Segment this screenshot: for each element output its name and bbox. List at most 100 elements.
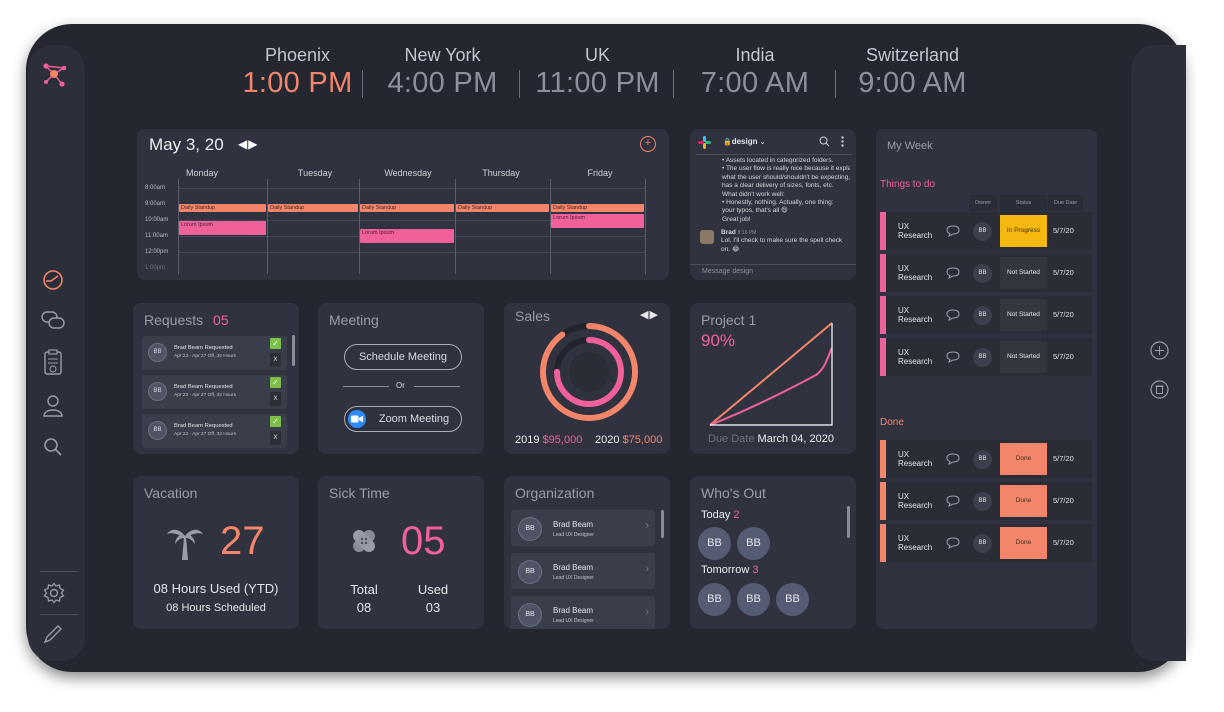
avatar[interactable]: BB bbox=[698, 527, 731, 560]
event-lorum-ipsum[interactable]: Lorum Ipsum bbox=[551, 214, 644, 228]
status-badge[interactable]: Not Started bbox=[1000, 299, 1047, 331]
calendar-date[interactable]: May 3, 20 bbox=[149, 135, 224, 155]
event-daily-standup[interactable]: Daily Standup bbox=[551, 204, 644, 212]
avatar: BB bbox=[148, 382, 167, 401]
task-row[interactable]: UX Research BB Not Started 5/7/20 bbox=[880, 296, 1092, 334]
clock-phoenix: Phoenix 1:00 PM bbox=[240, 45, 355, 100]
request-name: Brad Beam Requested bbox=[174, 423, 233, 429]
clipboard-icon[interactable] bbox=[42, 348, 64, 376]
avatar: BB bbox=[148, 343, 167, 362]
status-badge[interactable]: Done bbox=[1000, 443, 1047, 475]
task-row[interactable]: UX Research BB Not Started 5/7/20 bbox=[880, 254, 1092, 292]
comment-icon[interactable] bbox=[946, 452, 960, 470]
deny-button[interactable]: X bbox=[270, 392, 281, 406]
event-daily-standup[interactable]: Daily Standup bbox=[360, 204, 454, 212]
schedule-meeting-button[interactable]: Schedule Meeting bbox=[344, 344, 462, 370]
deny-button[interactable]: X bbox=[270, 353, 281, 367]
app-logo-icon[interactable] bbox=[38, 58, 72, 92]
clock-switzerland: Switzerland 9:00 AM bbox=[845, 45, 980, 100]
task-name: UX Research bbox=[898, 450, 933, 468]
card-title-label: Requests bbox=[144, 312, 204, 328]
scrollbar[interactable] bbox=[661, 510, 664, 538]
event-daily-standup[interactable]: Daily Standup bbox=[268, 204, 358, 212]
calendar-nav-arrows[interactable]: ◀▶ bbox=[238, 137, 258, 151]
avatar: BB bbox=[148, 421, 167, 440]
comment-icon[interactable] bbox=[946, 350, 960, 368]
profile-icon[interactable] bbox=[42, 394, 64, 418]
message-body: • Assets located in categorized folders.… bbox=[722, 157, 850, 224]
add-circle-icon[interactable] bbox=[1149, 340, 1169, 360]
scrollbar[interactable] bbox=[292, 335, 295, 366]
comment-icon[interactable] bbox=[946, 536, 960, 554]
clock-city: New York bbox=[404, 45, 481, 65]
year-label: 2020 bbox=[595, 434, 620, 446]
hour-label: 9:00am bbox=[145, 201, 166, 207]
deny-button[interactable]: X bbox=[270, 431, 281, 445]
avatar: BB bbox=[518, 517, 542, 541]
today-label: Today 2 bbox=[701, 509, 740, 521]
add-event-button[interactable]: + bbox=[640, 136, 656, 152]
avatar[interactable]: BB bbox=[776, 583, 809, 616]
message-input[interactable]: Message design bbox=[690, 264, 856, 280]
org-member-item[interactable]: BB Brad Beam Lead UX Designer › bbox=[511, 553, 655, 589]
column-header: Due Date bbox=[1048, 195, 1083, 211]
task-row[interactable]: UX Research BB Done 5/7/20 bbox=[880, 440, 1092, 478]
event-daily-standup[interactable]: Daily Standup bbox=[456, 204, 549, 212]
avatar[interactable]: BB bbox=[698, 583, 731, 616]
task-row[interactable]: UX Research BB Not Started 5/7/20 bbox=[880, 338, 1092, 376]
avatar[interactable]: BB bbox=[737, 583, 770, 616]
hour-label: 1:00pm bbox=[145, 265, 166, 271]
comment-icon[interactable] bbox=[946, 224, 960, 242]
request-item[interactable]: BB Brad Beam Requested Apr 23 - Apr 27 O… bbox=[142, 414, 287, 448]
approve-button[interactable]: ✓ bbox=[270, 338, 281, 349]
task-name: UX Research bbox=[898, 306, 933, 324]
organization-card: Organization BB Brad Beam Lead UX Design… bbox=[504, 476, 670, 629]
day-header: Friday bbox=[587, 168, 613, 178]
sales-value: $95,000 bbox=[542, 434, 583, 446]
status-badge[interactable]: Done bbox=[1000, 485, 1047, 517]
org-member-item[interactable]: BB Brad Beam Lead UX Designer › bbox=[511, 510, 655, 546]
task-row[interactable]: UX Research BB Done 5/7/20 bbox=[880, 524, 1092, 562]
channel-name[interactable]: 🔒design ⌄ bbox=[723, 137, 766, 146]
card-title: Requests 05 bbox=[144, 312, 229, 328]
sidebar-divider bbox=[40, 614, 78, 615]
event-lorum-ipsum[interactable]: Lorum Ipsum bbox=[179, 221, 266, 235]
org-member-item[interactable]: BB Brad Beam Lead UX Designer › bbox=[511, 596, 655, 629]
sales-2019: 2019 $95,000 bbox=[515, 434, 582, 446]
status-badge[interactable]: Not Started bbox=[1000, 341, 1047, 373]
more-options-icon[interactable] bbox=[839, 135, 845, 147]
clock-time: 9:00 AM bbox=[858, 67, 967, 99]
sick-time-card: Sick Time 05 Total 08 Used 03 bbox=[318, 476, 484, 629]
status-badge[interactable]: In Progress bbox=[1000, 215, 1047, 247]
task-body: UX Research BB Not Started 5/7/20 bbox=[886, 338, 1092, 376]
avatar[interactable]: BB bbox=[737, 527, 770, 560]
comment-icon[interactable] bbox=[946, 308, 960, 326]
approve-button[interactable]: ✓ bbox=[270, 416, 281, 427]
trash-icon[interactable] bbox=[1149, 379, 1169, 399]
vacation-card: Vacation 27 08 Hours Used (YTD) 08 Hours… bbox=[133, 476, 299, 629]
approve-button[interactable]: ✓ bbox=[270, 377, 281, 388]
status-badge[interactable]: Not Started bbox=[1000, 257, 1047, 289]
sales-nav-arrows[interactable]: ◀▶ bbox=[640, 308, 659, 321]
dashboard-icon[interactable] bbox=[41, 268, 65, 292]
comment-icon[interactable] bbox=[946, 266, 960, 284]
reply-message: Brad 8:16 PM Lol, I'll check to make sur… bbox=[700, 229, 850, 254]
task-body: UX Research BB Done 5/7/20 bbox=[886, 524, 1092, 562]
search-icon[interactable] bbox=[818, 135, 830, 147]
grid-line bbox=[178, 252, 646, 253]
scrollbar[interactable] bbox=[847, 506, 850, 538]
task-row[interactable]: UX Research BB Done 5/7/20 bbox=[880, 482, 1092, 520]
task-body: UX Research BB Not Started 5/7/20 bbox=[886, 254, 1092, 292]
event-daily-standup[interactable]: Daily Standup bbox=[179, 204, 266, 212]
comment-icon[interactable] bbox=[946, 494, 960, 512]
clock-time: 7:00 AM bbox=[700, 67, 810, 99]
status-badge[interactable]: Done bbox=[1000, 527, 1047, 559]
chat-icon[interactable] bbox=[40, 309, 66, 333]
request-item[interactable]: BB Brad Beam Requested Apr 23 - Apr 27 O… bbox=[142, 375, 287, 409]
settings-gear-icon[interactable] bbox=[42, 581, 66, 605]
edit-pencil-icon[interactable] bbox=[41, 622, 65, 646]
event-lorum-ipsum[interactable]: Lorum Ipsum bbox=[360, 229, 454, 243]
request-item[interactable]: BB Brad Beam Requested Apr 23 - Apr 27 O… bbox=[142, 336, 287, 370]
search-icon[interactable] bbox=[42, 436, 64, 458]
task-row[interactable]: UX Research BB In Progress 5/7/20 bbox=[880, 212, 1092, 250]
